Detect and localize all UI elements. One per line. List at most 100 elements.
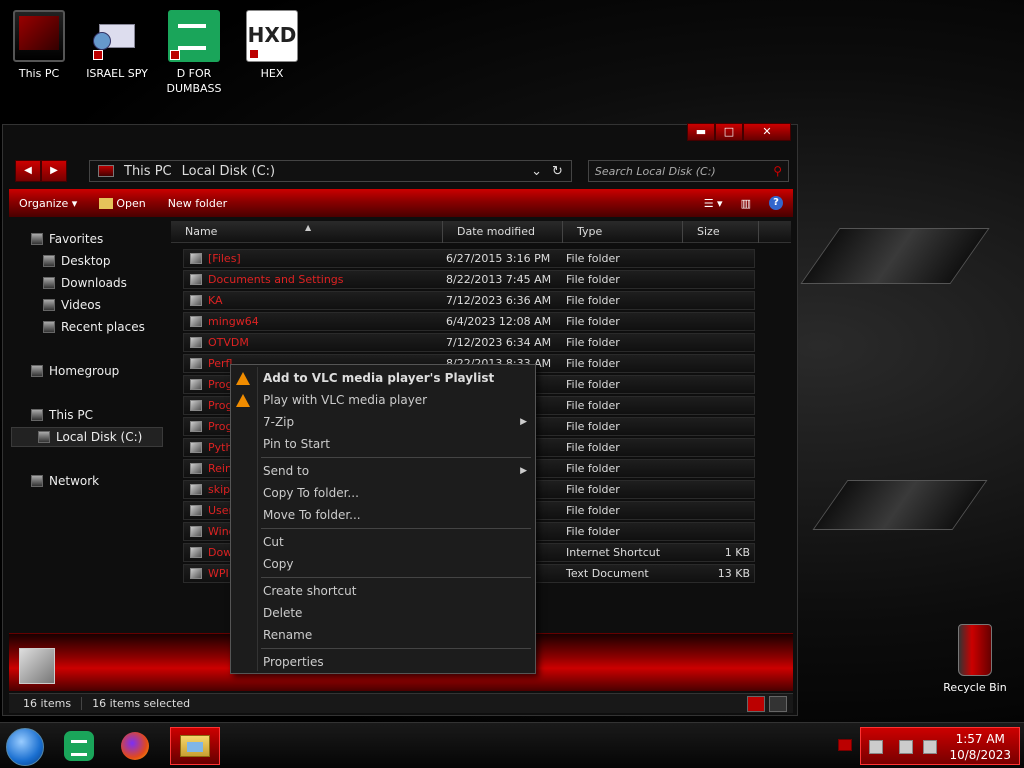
folder-icon <box>180 735 210 757</box>
chevron-down-icon[interactable]: ⌄ <box>531 164 542 179</box>
taskbar-app-green[interactable] <box>54 727 104 765</box>
file-name: KA <box>208 294 223 307</box>
organize-button[interactable]: Organize ▾ <box>19 197 77 210</box>
menu-label: Rename <box>263 628 313 642</box>
video-icon <box>43 299 55 311</box>
menu-item-move-to-folder[interactable]: Move To folder... <box>231 505 535 525</box>
preview-pane-icon[interactable]: ▥ <box>741 197 751 210</box>
type-cell: File folder <box>566 252 620 265</box>
maximize-button[interactable]: □ <box>715 123 743 141</box>
folder-icon <box>190 400 202 411</box>
menu-item-rename[interactable]: Rename <box>231 625 535 645</box>
desktop-icon-recycle-bin[interactable]: Recycle Bin <box>940 624 1010 694</box>
file-name-cell: mingw64 <box>184 315 446 328</box>
file-name: Prog <box>208 399 233 412</box>
network-icon[interactable] <box>899 740 913 754</box>
column-label: Type <box>577 225 603 238</box>
nav-downloads[interactable]: Downloads <box>43 273 127 293</box>
nav-favorites[interactable]: Favorites <box>31 229 103 249</box>
menu-item-create-shortcut[interactable]: Create shortcut <box>231 581 535 601</box>
breadcrumb-this-pc[interactable]: This PC <box>124 164 172 179</box>
nav-homegroup[interactable]: Homegroup <box>31 361 119 381</box>
start-button[interactable] <box>6 728 44 766</box>
desktop-icon-this-pc[interactable]: This PC <box>2 10 76 81</box>
type-cell: Text Document <box>566 567 649 580</box>
refresh-icon[interactable]: ↻ <box>552 164 563 179</box>
file-name-cell: OTVDM <box>184 336 446 349</box>
file-row[interactable]: [Files] 6/27/2015 3:16 PM File folder <box>183 249 755 268</box>
close-button[interactable]: ✕ <box>743 123 791 141</box>
desktop-icon <box>43 255 55 267</box>
breadcrumb-local-disk[interactable]: Local Disk (C:) <box>182 164 275 179</box>
menu-item-add-to-vlc-playlist[interactable]: Add to VLC media player's Playlist <box>231 368 535 388</box>
nav-this-pc[interactable]: This PC <box>31 405 93 425</box>
help-icon[interactable]: ? <box>769 196 783 210</box>
search-icon[interactable]: ⚲ <box>773 164 782 178</box>
nav-label: This PC <box>49 408 93 422</box>
large-icons-view-button[interactable] <box>769 695 787 712</box>
details-view-button[interactable] <box>747 695 765 712</box>
multiple-items-icon <box>19 648 55 684</box>
menu-separator <box>261 457 531 458</box>
volume-icon[interactable] <box>923 740 937 754</box>
forward-button[interactable]: ▶ <box>41 160 67 182</box>
menu-item-play-with-vlc[interactable]: Play with VLC media player <box>231 390 535 410</box>
desktop-icon-d-for-dumbass[interactable]: D FOR DUMBASS <box>157 10 231 96</box>
nav-desktop[interactable]: Desktop <box>43 251 111 271</box>
drive-icon <box>98 165 114 177</box>
column-header-size[interactable]: Size <box>683 221 759 243</box>
new-folder-button[interactable]: New folder <box>168 197 227 210</box>
column-header-type[interactable]: Type <box>563 221 683 243</box>
menu-item-copy-to-folder[interactable]: Copy To folder... <box>231 483 535 503</box>
back-button[interactable]: ◀ <box>15 160 41 182</box>
clock[interactable]: 1:57 AM 10/8/2023 <box>949 731 1011 763</box>
type-cell: Internet Shortcut <box>566 546 661 559</box>
tray-app-icon[interactable] <box>869 740 883 754</box>
menu-label: Play with VLC media player <box>263 393 428 407</box>
menu-item-7zip[interactable]: 7-Zip ▶ <box>231 412 535 432</box>
menu-item-pin-to-start[interactable]: Pin to Start <box>231 434 535 454</box>
file-row[interactable]: KA 7/12/2023 6:36 AM File folder <box>183 291 755 310</box>
column-header-date[interactable]: Date modified <box>443 221 563 243</box>
nav-label: Downloads <box>61 276 127 290</box>
nav-network[interactable]: Network <box>31 471 99 491</box>
taskbar-app-explorer[interactable] <box>170 727 220 765</box>
menu-item-copy[interactable]: Copy <box>231 554 535 574</box>
nav-videos[interactable]: Videos <box>43 295 101 315</box>
file-row[interactable]: OTVDM 7/12/2023 6:34 AM File folder <box>183 333 755 352</box>
view-options-icon[interactable]: ☰ ▾ <box>704 197 723 210</box>
menu-item-cut[interactable]: Cut <box>231 532 535 552</box>
nav-label: Videos <box>61 298 101 312</box>
folder-icon <box>190 526 202 537</box>
address-bar[interactable]: This PC Local Disk (C:) ⌄ ↻ <box>89 160 572 182</box>
column-header-name[interactable]: ▲ Name <box>171 221 443 243</box>
file-name: OTVDM <box>208 336 249 349</box>
file-row[interactable]: Documents and Settings 8/22/2013 7:45 AM F… <box>183 270 755 289</box>
folder-icon <box>190 274 202 285</box>
open-button[interactable]: Open <box>99 197 146 210</box>
nav-recent-places[interactable]: Recent places <box>43 317 145 337</box>
wallpaper-shape <box>800 228 990 284</box>
desktop-icon-hex[interactable]: HXD HEX <box>235 10 309 81</box>
minimize-button[interactable]: ▬ <box>687 123 715 141</box>
menu-item-send-to[interactable]: Send to ▶ <box>231 461 535 481</box>
desktop-icon-label: D FOR DUMBASS <box>166 67 222 95</box>
vlc-cone-icon <box>236 393 250 407</box>
desktop-icon-israel-spy[interactable]: ISRAEL SPY <box>80 10 154 81</box>
file-row[interactable]: mingw64 6/4/2023 12:08 AM File folder <box>183 312 755 331</box>
menu-item-delete[interactable]: Delete <box>231 603 535 623</box>
view-toggle <box>747 695 793 712</box>
search-input[interactable]: Search Local Disk (C:) ⚲ <box>587 160 789 182</box>
nav-local-disk[interactable]: Local Disk (C:) <box>11 427 163 447</box>
file-name: Documents and Settings <box>208 273 344 286</box>
action-center-flag-icon[interactable] <box>838 739 852 751</box>
folder-icon <box>190 295 202 306</box>
green-app-icon <box>168 10 220 62</box>
menu-item-properties[interactable]: Properties <box>231 652 535 672</box>
folder-icon <box>190 442 202 453</box>
caption-buttons: ▬ □ ✕ <box>687 123 791 141</box>
taskbar-app-firefox[interactable] <box>110 727 160 765</box>
recent-icon <box>43 321 55 333</box>
type-cell: File folder <box>566 378 620 391</box>
type-cell: File folder <box>566 483 620 496</box>
